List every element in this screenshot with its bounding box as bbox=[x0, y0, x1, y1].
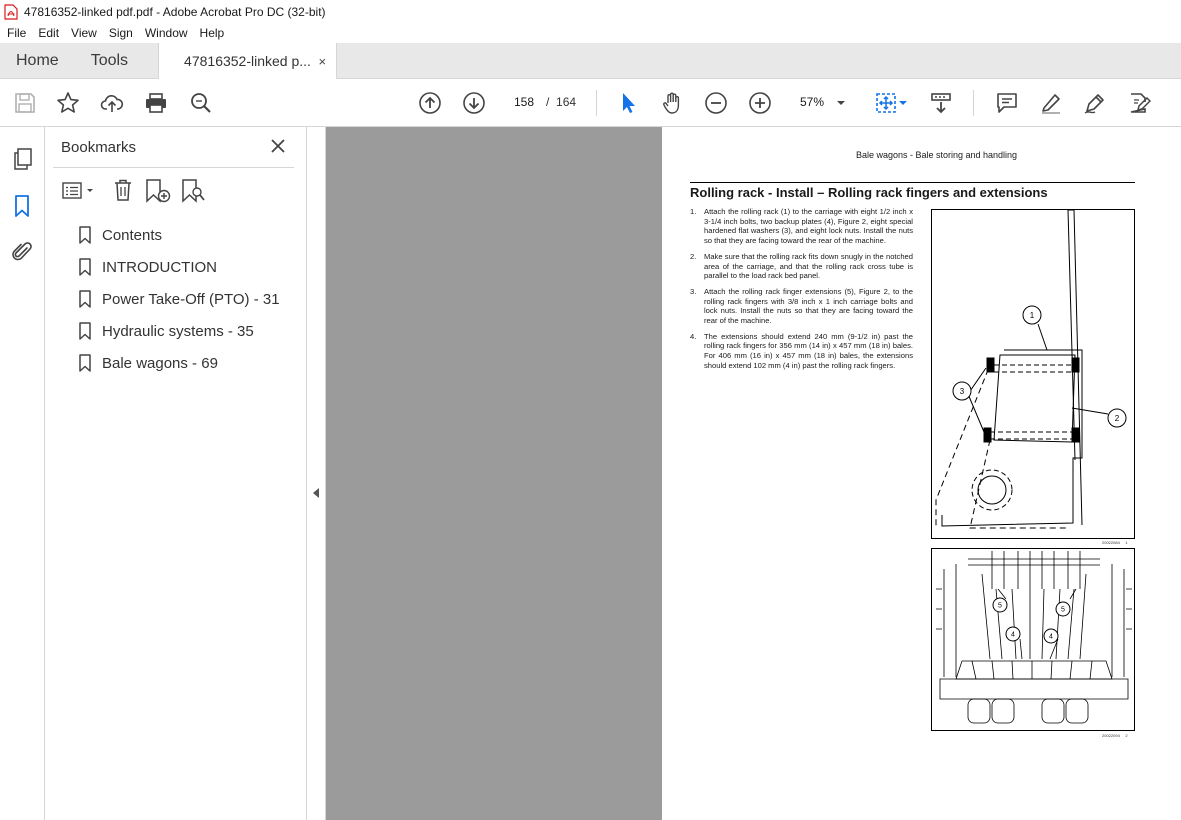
bookmark-label: Power Take-Off (PTO) - 31 bbox=[102, 290, 280, 308]
edit-pdf-icon[interactable] bbox=[1127, 91, 1151, 115]
page-separator: / 164 bbox=[546, 95, 577, 109]
scroll-mode-icon[interactable] bbox=[929, 91, 953, 115]
bookmark-tools bbox=[57, 177, 297, 205]
bookmark-icon bbox=[79, 322, 91, 340]
pdf-page: Bale wagons - Bale storing and handling … bbox=[662, 127, 1181, 820]
toolbar-divider bbox=[973, 90, 974, 116]
zoom-level[interactable]: 57% bbox=[800, 95, 824, 109]
heading-rule bbox=[690, 182, 1135, 183]
menu-view[interactable]: View bbox=[64, 26, 102, 40]
bookmark-icon bbox=[79, 354, 91, 372]
collapse-arrow-icon[interactable] bbox=[313, 488, 319, 498]
bookmark-icon bbox=[79, 290, 91, 308]
bookmark-panel-icon[interactable] bbox=[10, 194, 34, 218]
callout-3: 3 bbox=[960, 387, 965, 396]
title-bar: 47816352-linked pdf.pdf - Adobe Acrobat … bbox=[0, 0, 1181, 23]
toolbar-divider bbox=[596, 90, 597, 116]
bookmark-label: Bale wagons - 69 bbox=[102, 354, 218, 372]
section-heading: Rolling rack - Install – Rolling rack fi… bbox=[690, 185, 1048, 200]
bookmarks-panel: Bookmarks Contents INTRODUCTION Power Ta… bbox=[45, 127, 307, 820]
callout-4b: 4 bbox=[1049, 634, 1053, 641]
figure-2-caption: 20022094 2 bbox=[1102, 733, 1128, 738]
callout-2: 2 bbox=[1115, 414, 1120, 423]
zoom-dropdown-chevron-down-icon[interactable] bbox=[834, 91, 848, 115]
close-tab-icon[interactable]: × bbox=[318, 54, 326, 69]
select-cursor-icon[interactable] bbox=[616, 91, 640, 115]
panel-divider bbox=[53, 167, 294, 168]
tab-document[interactable]: 47816352-linked p... × bbox=[158, 43, 338, 79]
new-bookmark-icon[interactable] bbox=[145, 178, 171, 204]
bookmark-item-introduction[interactable]: INTRODUCTION bbox=[78, 256, 217, 278]
callout-5b: 5 bbox=[1061, 607, 1065, 614]
fit-page-icon[interactable] bbox=[874, 91, 898, 115]
document-viewport[interactable]: Bale wagons - Bale storing and handling … bbox=[326, 127, 1181, 820]
delete-bookmark-trash-icon[interactable] bbox=[112, 178, 134, 202]
hand-tool-icon[interactable] bbox=[660, 91, 684, 115]
star-icon[interactable] bbox=[56, 91, 80, 115]
tab-document-label: 47816352-linked p... bbox=[184, 53, 311, 69]
instruction-list: 1. Attach the rolling rack (1) to the car… bbox=[690, 207, 913, 377]
options-menu-icon[interactable] bbox=[61, 179, 97, 203]
list-item: 1. Attach the rolling rack (1) to the car… bbox=[690, 207, 913, 246]
menu-window[interactable]: Window bbox=[138, 26, 193, 40]
page-header: Bale wagons - Bale storing and handling bbox=[855, 150, 1018, 160]
save-icon[interactable] bbox=[13, 91, 37, 115]
tab-bar: Home Tools 47816352-linked p... × bbox=[0, 43, 1181, 79]
panel-collapse-gutter[interactable] bbox=[307, 127, 326, 820]
attachments-paperclip-icon[interactable] bbox=[10, 240, 34, 264]
figure-2-finger-extensions-diagram: 5 5 4 4 bbox=[931, 548, 1135, 731]
menu-help[interactable]: Help bbox=[193, 26, 230, 40]
total-pages: 164 bbox=[556, 95, 577, 109]
zoom-in-icon[interactable] bbox=[748, 91, 772, 115]
menu-sign[interactable]: Sign bbox=[102, 26, 138, 40]
menu-edit[interactable]: Edit bbox=[31, 26, 64, 40]
figure-1-drawing: 1 2 3 bbox=[935, 209, 1127, 529]
figure-1-rolling-rack-diagram: 1 2 3 bbox=[931, 209, 1135, 539]
left-rail bbox=[0, 127, 45, 820]
zoom-out-icon[interactable] bbox=[704, 91, 728, 115]
callout-4a: 4 bbox=[1011, 632, 1015, 639]
highlight-pen-icon[interactable] bbox=[1039, 91, 1063, 115]
list-item: 2. Make sure that the rolling rack fits d… bbox=[690, 251, 913, 281]
bookmark-label: Hydraulic systems - 35 bbox=[102, 322, 254, 340]
find-bookmark-icon[interactable] bbox=[181, 178, 207, 204]
bookmark-item-hydraulic-systems[interactable]: Hydraulic systems - 35 bbox=[78, 320, 254, 342]
list-item: 3. Attach the rolling rack finger extensi… bbox=[690, 286, 913, 326]
bookmark-label: Contents bbox=[102, 226, 163, 244]
bookmark-icon bbox=[79, 226, 91, 244]
upload-cloud-icon[interactable] bbox=[100, 91, 124, 115]
comment-icon[interactable] bbox=[995, 91, 1019, 115]
next-page-icon[interactable] bbox=[462, 91, 486, 115]
window-title: 47816352-linked pdf.pdf - Adobe Acrobat … bbox=[24, 4, 326, 19]
bookmark-icon bbox=[79, 258, 91, 276]
page-thumbnails-icon[interactable] bbox=[10, 147, 34, 171]
callout-5a: 5 bbox=[998, 603, 1002, 610]
bookmark-item-bale-wagons[interactable]: Bale wagons - 69 bbox=[78, 352, 218, 374]
tab-home[interactable]: Home bbox=[0, 43, 75, 78]
bookmarks-title: Bookmarks bbox=[61, 139, 137, 156]
bookmark-item-contents[interactable]: Contents bbox=[78, 224, 162, 246]
bookmark-item-pto[interactable]: Power Take-Off (PTO) - 31 bbox=[78, 288, 280, 310]
fit-dropdown-chevron-down-icon[interactable] bbox=[898, 91, 908, 115]
close-panel-icon[interactable] bbox=[269, 137, 287, 155]
current-page-input[interactable]: 158 bbox=[506, 90, 542, 114]
list-item: 4. The extensions should extend 240 mm (9… bbox=[690, 331, 913, 370]
menu-file[interactable]: File bbox=[0, 26, 31, 40]
tab-tools[interactable]: Tools bbox=[75, 43, 144, 78]
figure-2-drawing: 5 5 4 4 bbox=[936, 551, 1132, 724]
menu-bar: File Edit View Sign Window Help bbox=[0, 23, 1181, 43]
acrobat-app-icon bbox=[4, 3, 18, 20]
bookmark-label: INTRODUCTION bbox=[102, 258, 217, 276]
zoom-search-icon[interactable] bbox=[189, 91, 213, 115]
figure-1-caption: 20022084 1 bbox=[1102, 540, 1128, 545]
sign-pen-icon[interactable] bbox=[1083, 91, 1107, 115]
callout-1: 1 bbox=[1030, 311, 1035, 320]
print-icon[interactable] bbox=[144, 91, 168, 115]
previous-page-icon[interactable] bbox=[418, 91, 442, 115]
